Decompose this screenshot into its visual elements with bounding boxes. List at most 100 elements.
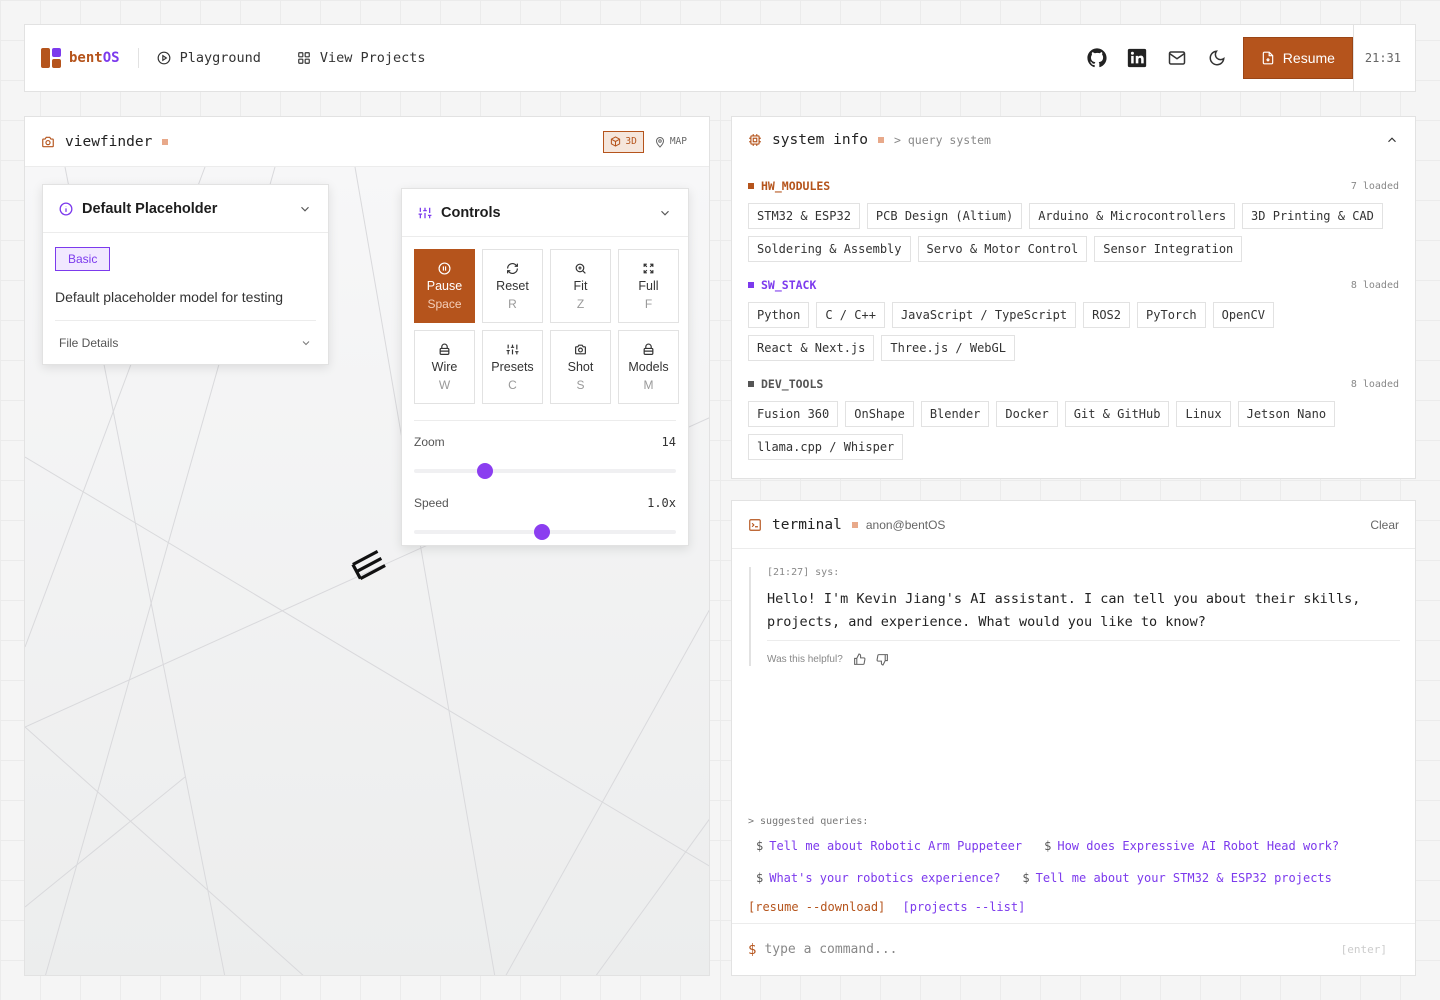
skill-chip[interactable]: PCB Design (Altium)	[866, 203, 1023, 229]
skill-chip[interactable]: ROS2	[1083, 302, 1131, 328]
viewfinder-title: viewfinder	[65, 133, 153, 150]
terminal-icon	[749, 518, 761, 531]
status-dot	[162, 138, 169, 145]
chevron-down-icon[interactable]	[298, 202, 312, 216]
skill-chip[interactable]: STM32 & ESP32	[748, 203, 860, 229]
chevron-up-icon[interactable]	[1385, 133, 1399, 147]
thumbs-up-icon[interactable]	[853, 653, 866, 666]
skill-chip[interactable]: Sensor Integration	[1094, 236, 1243, 262]
suggestion-item[interactable]: $ What's your robotics experience?	[756, 871, 1000, 885]
suggested-queries-label: > suggested queries:	[748, 816, 869, 827]
skill-chip[interactable]: JavaScript / TypeScript	[891, 302, 1077, 328]
section-header: HW_MODULES 7 loaded	[748, 175, 1399, 197]
skill-section: DEV_TOOLS 8 loaded Fusion 360 OnShape Blende…	[732, 373, 1415, 460]
controls-title: Controls	[441, 204, 501, 221]
fullscreen-button[interactable]: Full F	[618, 249, 679, 323]
chip-list: Python C / C++ JavaScript / TypeScript ROS2…	[748, 302, 1399, 361]
skill-chip[interactable]: Soldering & Assembly	[748, 236, 911, 262]
suggestion-item[interactable]: $ Tell me about Robotic Arm Puppeteer	[756, 839, 1022, 853]
skill-chip[interactable]: llama.cpp / Whisper	[748, 434, 904, 460]
thumbs-down-icon[interactable]	[876, 653, 889, 666]
skill-chip[interactable]: Three.js / WebGL	[881, 335, 1015, 361]
skill-chip[interactable]: OnShape	[845, 401, 914, 427]
skill-chip[interactable]: Git & GitHub	[1064, 401, 1170, 427]
skill-chip[interactable]: OpenCV	[1212, 302, 1274, 328]
skill-chip[interactable]: Arduino & Microcontrollers	[1029, 203, 1236, 229]
section-loaded-count: 8 loaded	[1350, 279, 1399, 291]
speed-value: 1.0x	[647, 496, 676, 510]
github-icon[interactable]	[1077, 38, 1117, 78]
feedback-row: Was this helpful?	[767, 653, 1400, 666]
suggestion-item[interactable]: $ How does Expressive AI Robot Head work?	[1044, 839, 1339, 853]
bentos-logo-icon	[41, 48, 61, 68]
zoom-slider-thumb[interactable]	[476, 463, 493, 479]
skill-chip[interactable]: 3D Printing & CAD	[1242, 203, 1383, 229]
nav-divider	[137, 48, 139, 68]
skill-chip[interactable]: Docker	[996, 401, 1058, 427]
suggestion-item[interactable]: $ Tell me about your STM32 & ESP32 projec…	[1022, 871, 1331, 885]
skill-chip[interactable]: Blender	[920, 401, 990, 427]
camera-icon	[575, 344, 586, 354]
message-meta: [21:27] sys:	[767, 567, 840, 578]
presets-button[interactable]: Presets C	[482, 330, 543, 404]
shot-button[interactable]: Shot S	[550, 330, 611, 404]
status-dot	[851, 521, 858, 528]
model-tag-basic: Basic	[55, 247, 111, 271]
model-info-card: Default Placeholder Basic Default placeh…	[42, 184, 329, 365]
file-details-toggle[interactable]: File Details	[55, 320, 316, 364]
section-header: SW_STACK 8 loaded	[748, 274, 1399, 296]
3d-viewport[interactable]: Default Placeholder Basic Default placeh…	[25, 167, 709, 975]
mode-3d-button[interactable]: 3D	[603, 130, 644, 153]
section-marker	[748, 381, 754, 387]
pause-button[interactable]: Pause Space	[414, 249, 475, 323]
skill-chip[interactable]: Linux	[1176, 401, 1231, 427]
fullscreen-icon	[643, 263, 654, 273]
speed-slider-thumb[interactable]	[534, 524, 551, 540]
skill-chip[interactable]: Servo & Motor Control	[917, 236, 1088, 262]
mail-icon[interactable]	[1157, 38, 1197, 78]
skill-chip[interactable]: Jetson Nano	[1237, 401, 1336, 427]
sliders-icon	[506, 344, 519, 354]
command-input-row: $ type a command... [enter]	[732, 923, 1415, 975]
reset-button[interactable]: Reset R	[482, 249, 543, 323]
suggestion-row: $ What's your robotics experience? $ Tell …	[756, 871, 1354, 885]
command-input[interactable]: type a command...	[764, 942, 897, 957]
nav-link-view-projects[interactable]: View Projects	[297, 50, 426, 66]
skill-chip[interactable]: React & Next.js	[748, 335, 875, 361]
lock-icon	[439, 343, 450, 355]
skill-section: SW_STACK 8 loaded Python C / C++ JavaScript …	[732, 274, 1415, 361]
nav-link-playground[interactable]: Playground	[157, 50, 261, 66]
map-pin-icon	[655, 136, 664, 148]
fit-button[interactable]: Fit Z	[550, 249, 611, 323]
skill-chip[interactable]: Python	[748, 302, 810, 328]
brand[interactable]: bentOS	[41, 48, 120, 68]
chat-message: [21:27] sys: Hello! I'm Kevin Jiang's AI…	[749, 567, 1400, 666]
projects-list-command[interactable]: [projects --list]	[903, 900, 1026, 914]
zoom-slider[interactable]	[414, 463, 676, 479]
controls-card: Controls Pause Space Reset R Fit Z Full …	[401, 188, 689, 546]
controls-header[interactable]: Controls	[402, 189, 688, 237]
clear-button[interactable]: Clear	[1370, 518, 1399, 532]
chevron-down-icon[interactable]	[658, 206, 672, 220]
speed-slider[interactable]	[414, 524, 676, 540]
resume-button[interactable]: Resume	[1242, 37, 1353, 79]
skill-chip[interactable]: C / C++	[816, 302, 885, 328]
box-icon	[643, 343, 654, 355]
linkedin-icon[interactable]	[1117, 38, 1157, 78]
skill-chip[interactable]: PyTorch	[1137, 302, 1206, 328]
prompt-symbol: $	[748, 941, 757, 958]
model-card-header[interactable]: Default Placeholder	[43, 185, 328, 233]
section-name: SW_STACK	[761, 278, 817, 292]
section-loaded-count: 8 loaded	[1350, 378, 1399, 390]
mode-map-button[interactable]: MAP	[648, 131, 693, 153]
skill-chip[interactable]: Fusion 360	[748, 401, 839, 427]
grid-icon	[298, 52, 310, 64]
speed-label: Speed	[414, 496, 449, 510]
moon-icon[interactable]	[1197, 38, 1237, 78]
models-button[interactable]: Models M	[618, 330, 679, 404]
status-dot	[878, 137, 885, 143]
resume-download-command[interactable]: [resume --download]	[748, 900, 885, 914]
camera-icon	[42, 136, 54, 147]
wire-button[interactable]: Wire W	[414, 330, 475, 404]
info-icon	[59, 202, 73, 215]
